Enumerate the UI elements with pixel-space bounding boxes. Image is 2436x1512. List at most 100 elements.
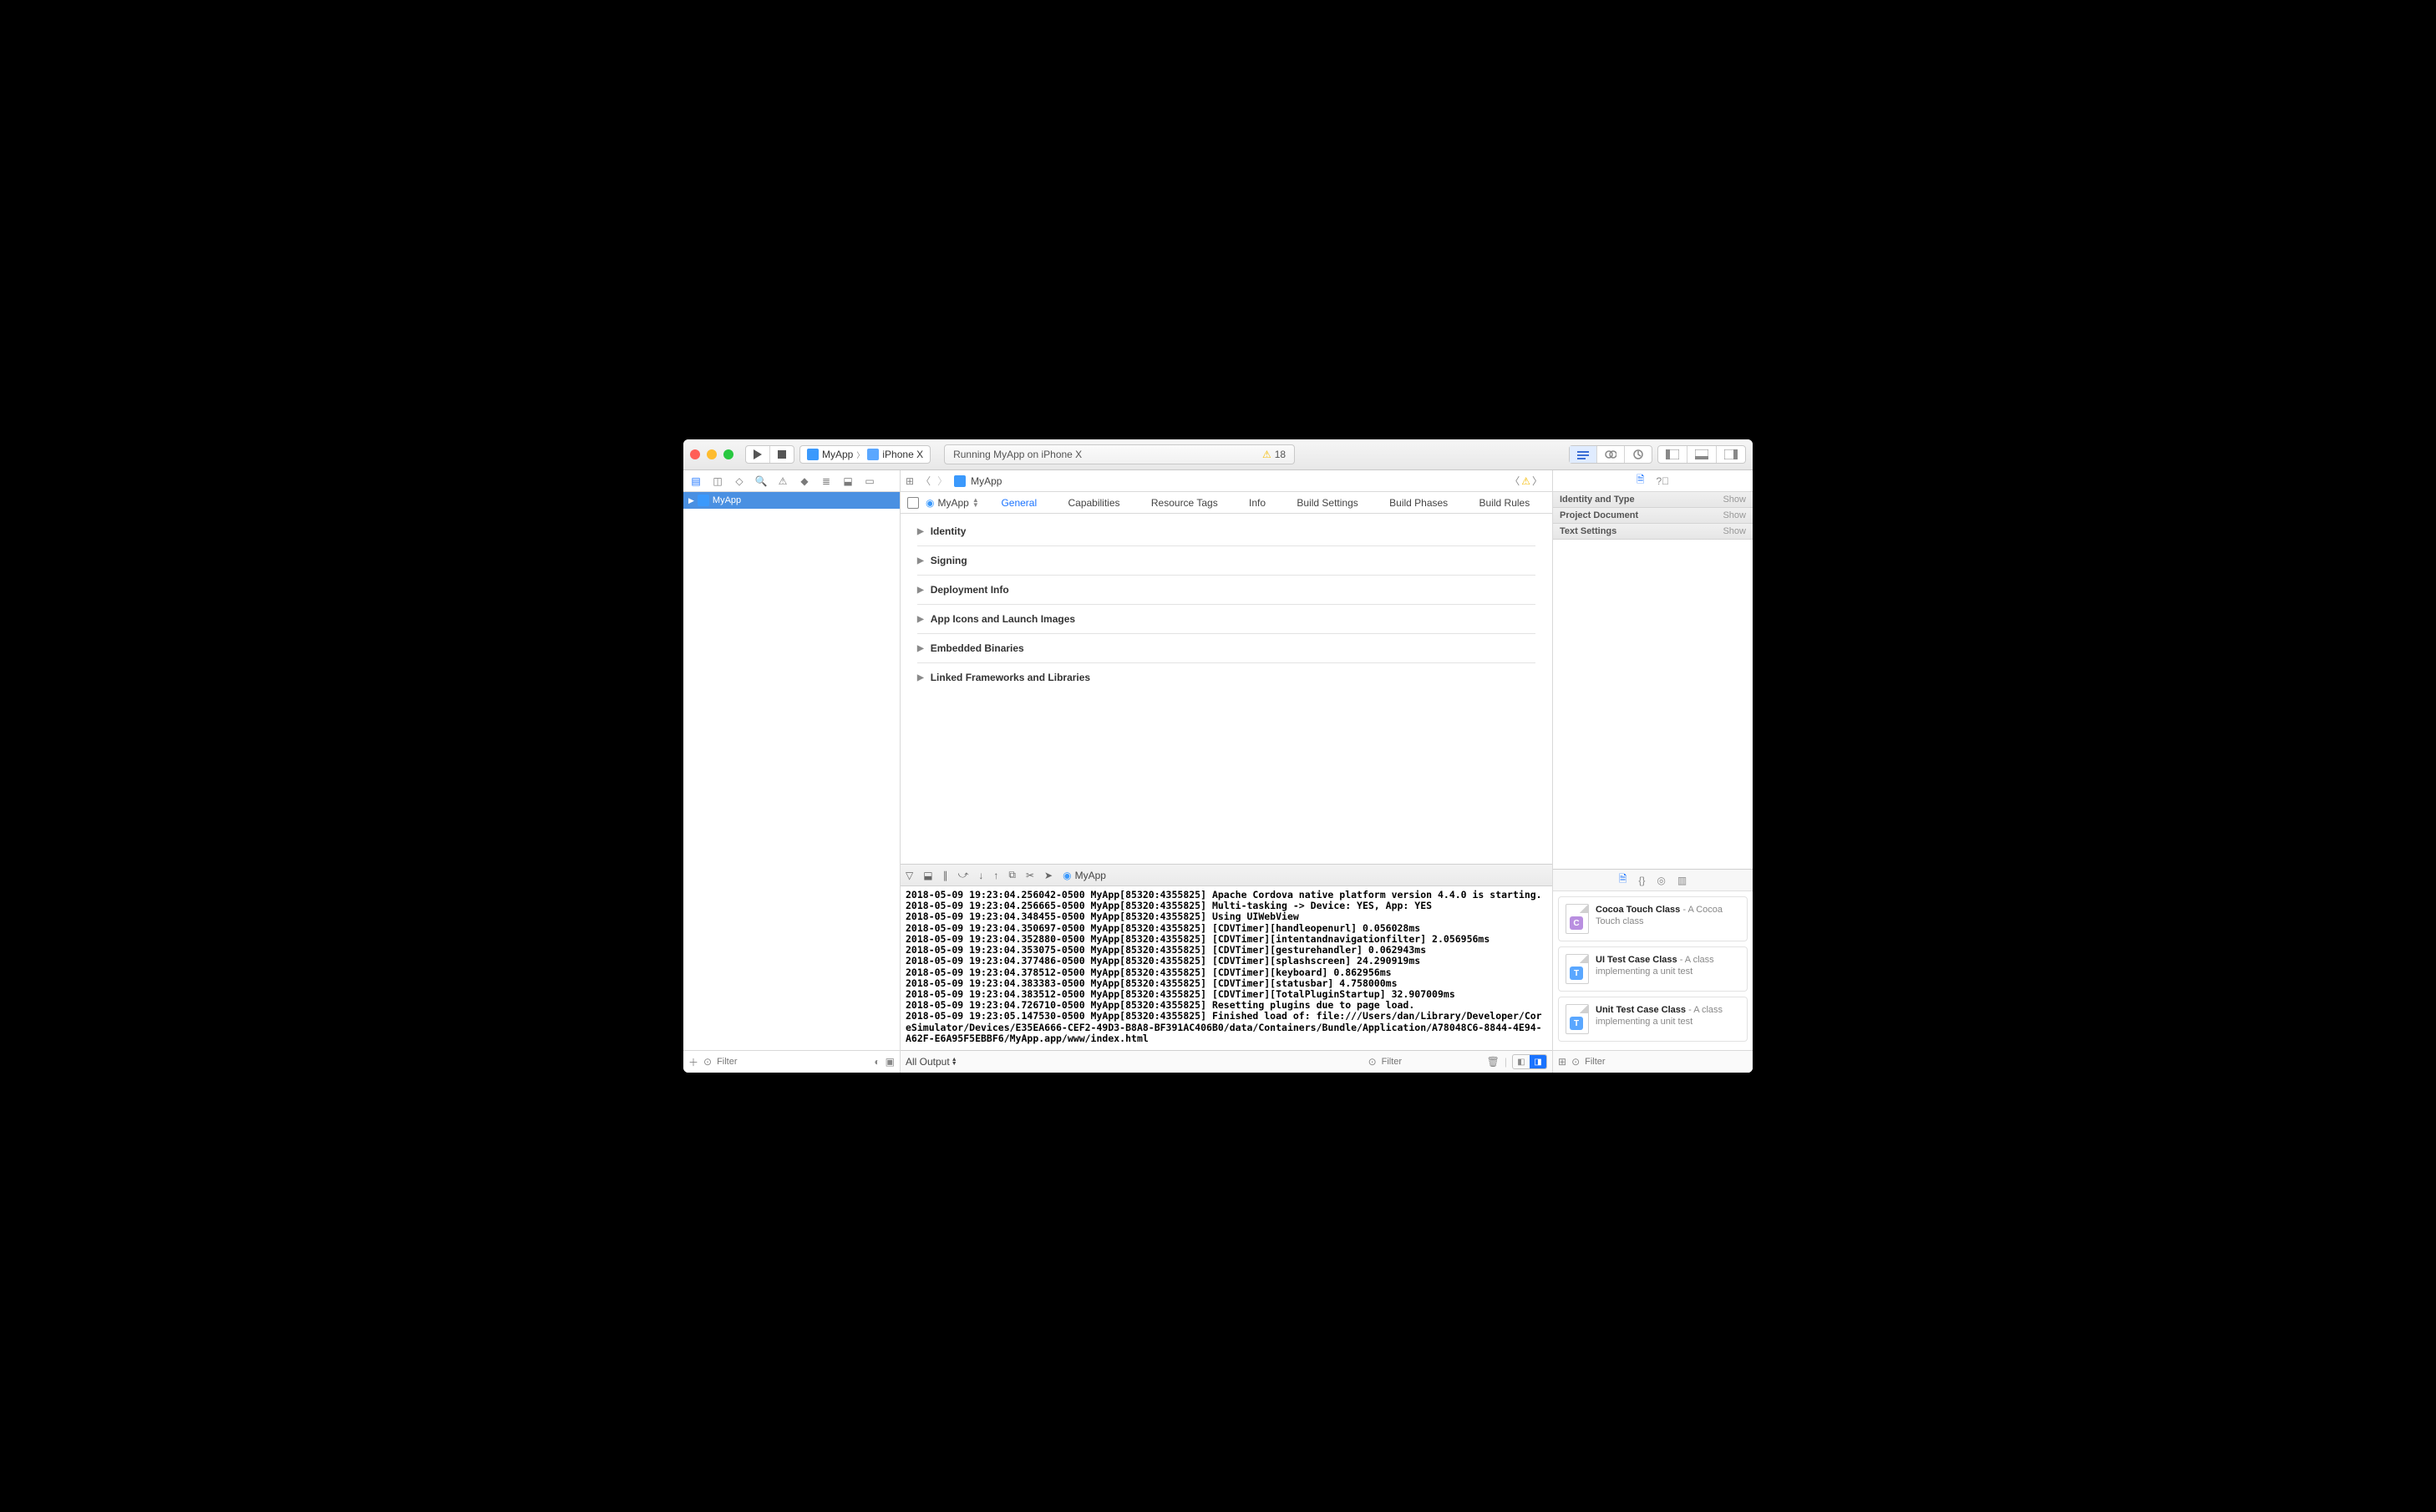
status-text: Running MyApp on iPhone X [953,449,1082,460]
debug-toolbar: ▽ ⬓ ∥ ⤻ ↓ ↑ ⧉ ✂ ➤ ◉ MyApp [901,865,1552,886]
project-navigator-tab[interactable]: ▤ [688,475,703,487]
disclosure-triangle-icon[interactable]: ▶ [688,496,694,505]
step-out-button[interactable]: ↑ [993,870,998,881]
report-navigator-tab[interactable]: ▭ [862,475,877,487]
memory-graph-button[interactable]: ✂ [1026,870,1034,881]
run-button[interactable] [746,446,769,463]
run-stop-segment [745,445,794,464]
target-selector[interactable]: ◉ MyApp ▲▼ [926,497,979,509]
add-button[interactable]: ＋ [688,1055,698,1069]
inspector-section-project-doc[interactable]: Project Document Show [1553,508,1753,524]
file-inspector-tab[interactable]: 🗎 [1637,472,1645,490]
view-debug-button[interactable]: ⧉ [1008,869,1016,881]
section-embedded-binaries[interactable]: ▶Embedded Binaries [917,634,1535,663]
process-name: MyApp [1075,870,1106,881]
output-scope-selector[interactable]: All Output ▲▼ [906,1056,957,1068]
section-deployment-info[interactable]: ▶Deployment Info [917,576,1535,605]
show-button[interactable]: Show [1723,526,1746,536]
issue-navigator-tab[interactable]: ⚠ [775,475,790,487]
activity-status[interactable]: Running MyApp on iPhone X ⚠ 18 [944,444,1295,464]
warning-count: 18 [1275,449,1286,460]
console-pane-button[interactable]: ◨ [1530,1055,1546,1068]
go-forward-button[interactable]: 〉 [937,474,947,488]
jump-bar-project[interactable]: MyApp [971,475,1002,487]
toggle-debug-button[interactable] [1687,446,1716,463]
test-navigator-tab[interactable]: ◆ [797,475,812,487]
object-library-tab[interactable]: ◎ [1657,875,1665,886]
library-item[interactable]: T Unit Test Case Class - A class impleme… [1558,997,1748,1042]
library-filter-input[interactable] [1585,1057,1748,1067]
section-identity[interactable]: ▶Identity [917,517,1535,546]
output-scope-label: All Output [906,1056,950,1068]
target-list-toggle[interactable] [907,497,919,509]
filter-icon: ⊙ [703,1056,712,1068]
file-template-library-tab[interactable]: 🗎 [1619,871,1627,889]
warning-indicator[interactable]: ⚠ 18 [1262,449,1286,460]
tab-capabilities[interactable]: Capabilities [1063,497,1124,509]
pause-button[interactable]: ∥ [943,870,948,881]
library-item[interactable]: C Cocoa Touch Class - A Cocoa Touch clas… [1558,896,1748,941]
console-output[interactable]: 2018-05-09 19:23:04.256042-0500 MyApp[85… [901,886,1552,1050]
section-linked-frameworks[interactable]: ▶Linked Frameworks and Libraries [917,663,1535,692]
assistant-editor-button[interactable] [1596,446,1624,463]
grid-view-button[interactable]: ⊞ [1558,1056,1566,1068]
breakpoint-navigator-tab[interactable]: ⬓ [840,475,855,487]
scm-filter-button[interactable]: ▣ [886,1056,895,1068]
close-window-button[interactable] [690,449,700,459]
filter-icon: ⊙ [1571,1056,1580,1068]
symbol-navigator-tab[interactable]: ◇ [732,475,747,487]
recent-filter-button[interactable]: ◐ [874,1056,880,1068]
hide-debug-button[interactable]: ▽ [906,870,913,881]
source-control-navigator-tab[interactable]: ◫ [710,475,725,487]
project-icon [954,475,966,487]
show-button[interactable]: Show [1723,510,1746,520]
project-root-row[interactable]: ▶ MyApp [683,492,900,509]
prev-issue-button[interactable]: 〈 [1510,474,1520,488]
stop-button[interactable] [769,446,794,463]
library-list[interactable]: C Cocoa Touch Class - A Cocoa Touch clas… [1553,891,1753,1050]
disclosure-triangle-icon: ▶ [917,586,924,595]
project-navigator: ▶ MyApp ＋ ⊙ ◐ ▣ [683,492,901,1073]
zoom-window-button[interactable] [723,449,733,459]
console-filter-input[interactable] [1382,1057,1482,1067]
variables-pane-button[interactable]: ◧ [1513,1055,1530,1068]
process-selector[interactable]: ◉ MyApp [1063,870,1106,881]
next-issue-button[interactable]: 〉 [1532,474,1542,488]
toggle-inspector-button[interactable] [1716,446,1745,463]
tab-info[interactable]: Info [1244,497,1271,509]
version-editor-button[interactable] [1624,446,1652,463]
section-label: Text Settings [1560,526,1616,536]
section-label: Project Document [1560,510,1638,520]
scheme-selector[interactable]: MyApp 〉 iPhone X [799,445,931,464]
trash-button[interactable]: 🗑 [1487,1056,1500,1068]
find-navigator-tab[interactable]: 🔍 [754,475,769,487]
standard-editor-button[interactable] [1570,446,1596,463]
tab-build-settings[interactable]: Build Settings [1292,497,1363,509]
related-items-icon[interactable]: ⊞ [906,475,914,487]
show-button[interactable]: Show [1723,495,1746,505]
step-into-button[interactable]: ↓ [978,870,983,881]
library-item[interactable]: T UI Test Case Class - A class implement… [1558,946,1748,992]
toggle-navigator-button[interactable] [1658,446,1687,463]
breakpoints-button[interactable]: ⬓ [923,870,932,881]
disclosure-triangle-icon: ▶ [917,673,924,682]
project-root-label: MyApp [713,495,741,505]
section-signing[interactable]: ▶Signing [917,546,1535,576]
code-snippet-library-tab[interactable]: {} [1638,875,1645,886]
location-button[interactable]: ➤ [1044,870,1053,881]
tab-general[interactable]: General [996,497,1042,509]
minimize-window-button[interactable] [707,449,717,459]
go-back-button[interactable]: 〈 [921,474,931,488]
tab-build-phases[interactable]: Build Phases [1384,497,1453,509]
inspector-section-text-settings[interactable]: Text Settings Show [1553,524,1753,540]
quick-help-tab[interactable]: ?⃝ [1656,475,1669,487]
media-library-tab[interactable]: ▥ [1677,875,1687,886]
inspector-section-identity[interactable]: Identity and TypeShow [1553,492,1753,508]
jump-bar[interactable]: ⊞ 〈 〉 MyApp 〈 ⚠ 〉 [901,470,1552,491]
debug-navigator-tab[interactable]: ≣ [819,475,834,487]
tab-resource-tags[interactable]: Resource Tags [1146,497,1223,509]
section-app-icons[interactable]: ▶App Icons and Launch Images [917,605,1535,634]
tab-build-rules[interactable]: Build Rules [1474,497,1535,509]
navigator-filter-input[interactable] [717,1057,869,1067]
step-over-button[interactable]: ⤻ [958,869,969,881]
